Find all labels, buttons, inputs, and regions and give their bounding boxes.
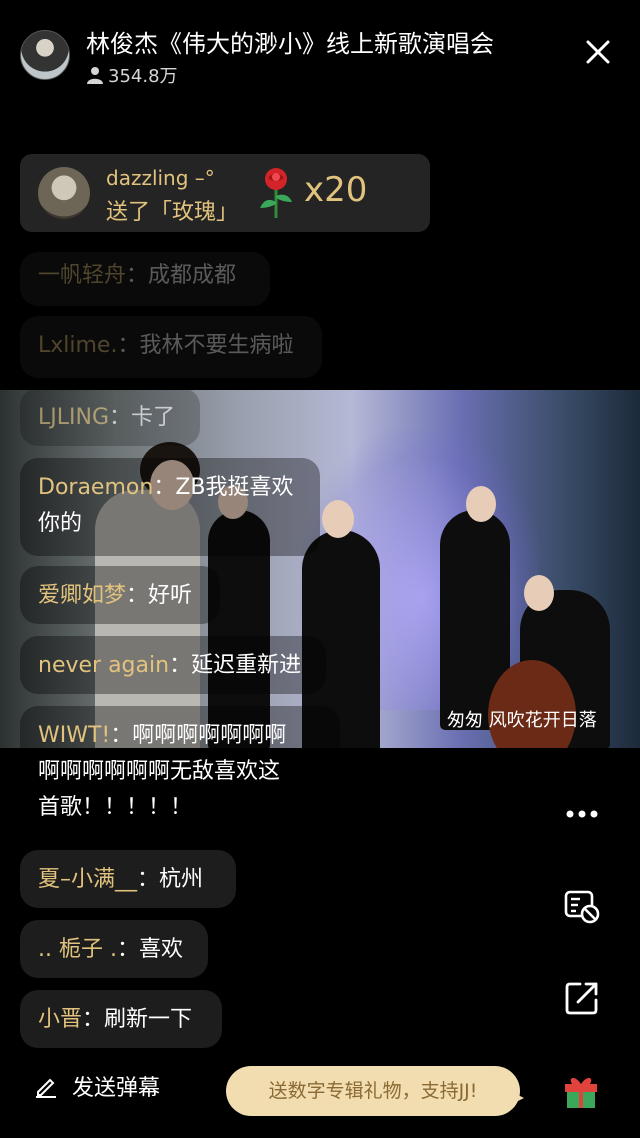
chat-nick: LJLING <box>38 405 109 430</box>
violinist-3-face <box>466 486 496 522</box>
more-icon[interactable] <box>562 794 602 834</box>
live-title: 林俊杰《伟大的渺小》线上新歌演唱会 <box>86 30 494 58</box>
chat-message: Lxlime.：我林不要生病啦 <box>20 316 322 378</box>
chat-text: 我林不要生病啦 <box>139 333 294 358</box>
gift-description: 送了「玫瑰」 <box>106 200 239 225</box>
chat-text: 啊啊啊啊啊啊啊 <box>132 723 287 748</box>
close-icon[interactable] <box>582 36 614 68</box>
viewer-count-value: 354.8万 <box>108 66 178 87</box>
chat-message: WIWT!：啊啊啊啊啊啊啊 啊啊啊啊啊啊无敌喜欢这 首歌！！！！！ <box>20 706 340 840</box>
chat-sep: ： <box>109 405 132 430</box>
chat-sep: ： <box>126 263 149 288</box>
send-danmaku-button[interactable]: 发送弹幕 <box>34 1070 160 1102</box>
send-danmaku-label: 发送弹幕 <box>72 1076 161 1101</box>
chat-sep: ： <box>110 723 133 748</box>
cellist-face <box>524 575 554 611</box>
live-header: 林俊杰《伟大的渺小》线上新歌演唱会 354.8万 <box>0 0 640 100</box>
lyrics-subtitle: 匆匆 风吹花开日落 <box>447 710 597 731</box>
chat-nick: .. 栀子 . <box>38 937 117 962</box>
chat-message: 夏–小满__：杭州 <box>20 850 236 908</box>
chat-text: 卡了 <box>131 405 176 430</box>
person-icon <box>87 67 103 84</box>
chat-nick: WIWT! <box>38 723 111 748</box>
chat-nick: never again <box>38 653 170 678</box>
chat-text: 喜欢 <box>138 937 183 962</box>
chat-text: 杭州 <box>159 867 204 892</box>
chat-sep: ： <box>82 1007 105 1032</box>
rose-icon <box>260 168 292 218</box>
chat-message: 一帆轻舟：成都成都 <box>20 252 270 306</box>
chat-nick: 爱卿如梦 <box>38 583 127 608</box>
chat-nick: 一帆轻舟 <box>38 263 127 288</box>
gift-sender-name: dazzling –° <box>106 166 215 190</box>
chat-message: LJLING：卡了 <box>20 388 200 446</box>
chat-sep: ： <box>153 475 176 500</box>
promo-bubble-tail <box>508 1090 524 1106</box>
gift-promo-bubble[interactable]: 送数字专辑礼物，支持JJ! <box>226 1066 520 1116</box>
gift-sender-avatar <box>38 167 90 219</box>
chat-text-line-2: 你的 <box>38 511 83 536</box>
chat-sep: ： <box>169 653 192 678</box>
chat-nick: Doraemon <box>38 475 154 500</box>
chat-text: ZB我挺喜欢 <box>175 475 294 500</box>
danmaku-off-icon[interactable] <box>562 886 602 926</box>
gift-icon[interactable] <box>562 1072 600 1110</box>
viewer-count: 354.8万 <box>86 62 178 88</box>
gift-count: x20 <box>304 170 368 210</box>
chat-sep: ： <box>126 583 149 608</box>
chat-sep: ： <box>117 333 140 358</box>
share-icon[interactable] <box>562 978 602 1018</box>
chat-text: 刷新一下 <box>104 1007 193 1032</box>
chat-text: 好听 <box>148 583 193 608</box>
chat-message: 小晋：刷新一下 <box>20 990 222 1048</box>
chat-sep: ： <box>116 937 139 962</box>
chat-nick: 夏–小满__ <box>38 867 138 892</box>
chat-nick: Lxlime. <box>38 333 118 358</box>
host-avatar[interactable] <box>20 30 70 80</box>
chat-message: Doraemon：ZB我挺喜欢 你的 <box>20 458 320 556</box>
chat-message: .. 栀子 .：喜欢 <box>20 920 208 978</box>
chat-text: 延迟重新进 <box>191 653 302 678</box>
chat-text-line-3: 首歌！！！！！ <box>38 795 193 820</box>
pencil-icon <box>36 1078 56 1098</box>
chat-nick: 小晋 <box>38 1007 83 1032</box>
gift-banner: dazzling –° 送了「玫瑰」 x20 <box>20 154 430 232</box>
chat-sep: ： <box>137 867 160 892</box>
chat-message: 爱卿如梦：好听 <box>20 566 220 624</box>
chat-text: 成都成都 <box>148 263 237 288</box>
chat-message: never again：延迟重新进 <box>20 636 326 694</box>
chat-text-line-2: 啊啊啊啊啊啊无敌喜欢这 <box>38 759 281 784</box>
violinist-2-face <box>322 500 354 538</box>
